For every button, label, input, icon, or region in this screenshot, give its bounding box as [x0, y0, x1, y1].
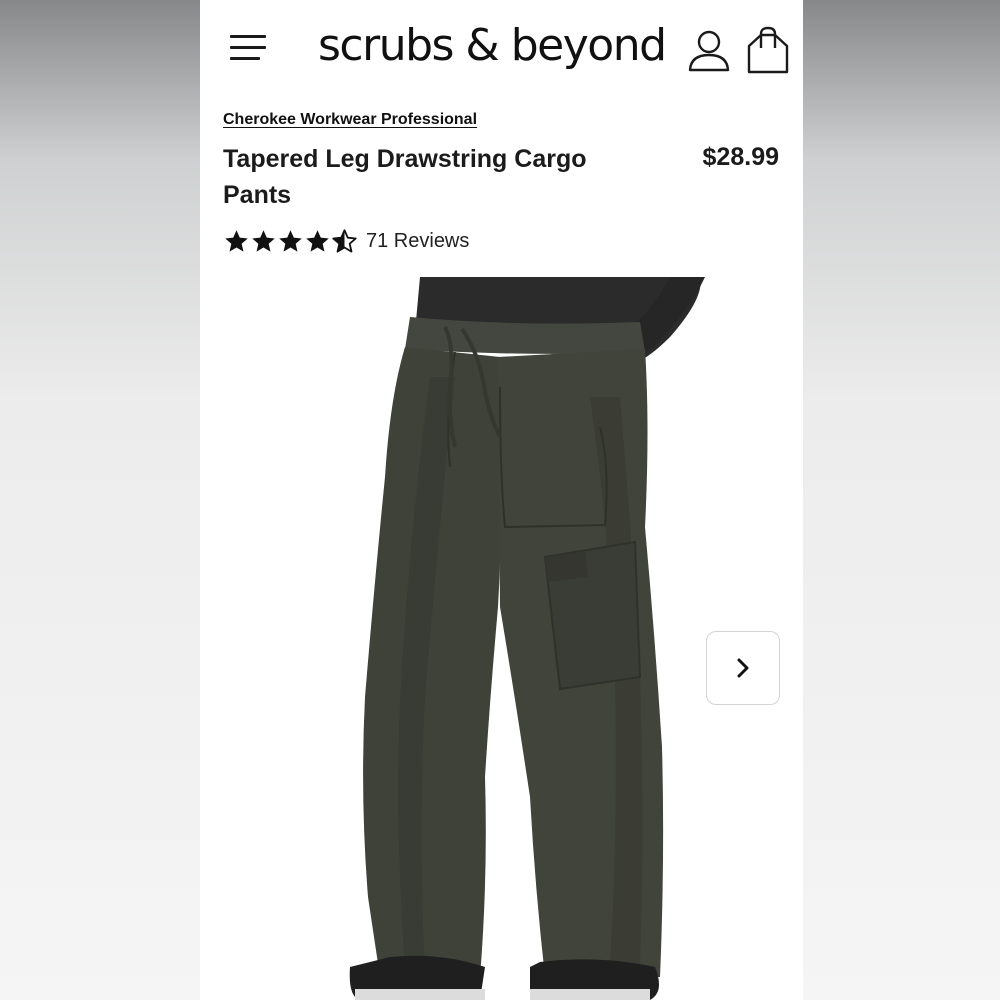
user-account-icon[interactable]: [687, 28, 731, 72]
star-full-icon: [252, 229, 275, 252]
star-full-icon: [306, 229, 329, 252]
star-full-icon: [279, 229, 302, 252]
site-logo[interactable]: scrubs & beyond: [318, 20, 667, 71]
reviews-count-link[interactable]: 71 Reviews: [366, 230, 469, 253]
mobile-product-page: scrubs & beyond Cherokee Workwear Profes…: [200, 0, 803, 1000]
star-half-icon: [332, 228, 357, 253]
star-full-icon: [225, 229, 248, 252]
product-title: Tapered Leg Drawstring Cargo Pants: [223, 145, 587, 209]
background-left: [0, 0, 200, 1000]
shopping-bag-icon[interactable]: [745, 26, 791, 74]
background-right: [800, 0, 1000, 1000]
chevron-right-icon: [737, 658, 749, 678]
gallery-next-button[interactable]: [706, 631, 780, 705]
hamburger-menu-icon[interactable]: [230, 33, 268, 61]
product-price: $28.99: [702, 143, 779, 171]
site-header: scrubs & beyond: [200, 0, 803, 96]
brand-link[interactable]: Cherokee Workwear Professional: [223, 111, 477, 129]
product-rating[interactable]: 71 Reviews: [223, 226, 469, 256]
